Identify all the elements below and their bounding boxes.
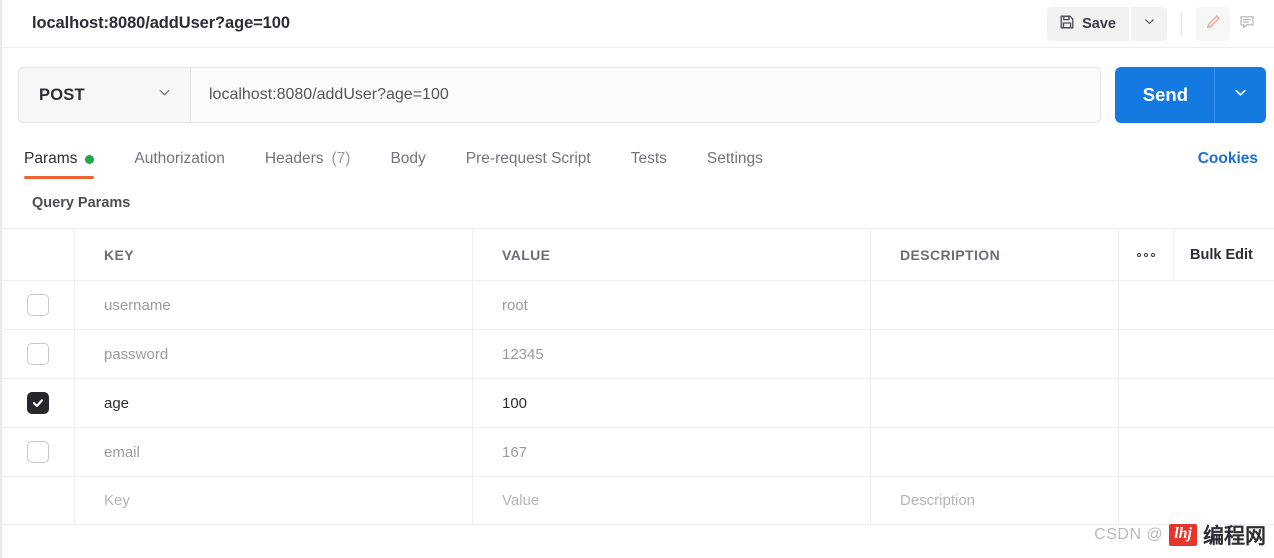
more-options-icon [1137, 252, 1155, 257]
tab-tests[interactable]: Tests [631, 150, 667, 179]
param-value-input[interactable]: 100 [473, 379, 871, 427]
param-key-input[interactable]: username [75, 281, 473, 329]
row-checkbox-cell [2, 281, 75, 329]
table-row: email 167 [2, 427, 1274, 476]
url-bar: POST localhost:8080/addUser?age=100 Send [18, 67, 1266, 123]
row-checkbox-cell [2, 330, 75, 378]
table-row: password 12345 [2, 329, 1274, 378]
save-button-group: Save [1047, 6, 1167, 41]
pencil-icon [1204, 13, 1222, 34]
row-options-cell [1119, 379, 1174, 427]
param-enabled-checkbox[interactable] [27, 343, 49, 365]
tab-headers[interactable]: Headers (7) [265, 150, 351, 179]
row-checkbox-cell [2, 477, 75, 524]
row-checkbox-cell [2, 428, 75, 476]
watermark-logo: lhj [1169, 524, 1197, 546]
table-header-row: KEY VALUE DESCRIPTION Bulk Edit [2, 228, 1274, 280]
row-trailing-cell [1174, 281, 1274, 329]
chevron-down-icon [1233, 85, 1248, 105]
more-options-button[interactable] [1119, 229, 1174, 280]
tab-params-label: Params [24, 150, 78, 167]
tab-settings[interactable]: Settings [707, 150, 763, 179]
request-url-input[interactable]: localhost:8080/addUser?age=100 [190, 67, 1101, 123]
toolbar-divider [1181, 11, 1182, 36]
query-params-table: KEY VALUE DESCRIPTION Bulk Edit username… [2, 228, 1274, 525]
send-button[interactable]: Send [1115, 67, 1214, 123]
request-tabs: Params Authorization Headers (7) Body Pr… [24, 141, 1258, 179]
bulk-edit-button[interactable]: Bulk Edit [1174, 229, 1274, 280]
param-description-input[interactable] [871, 379, 1119, 427]
param-description-input[interactable] [871, 330, 1119, 378]
table-row-new: Key Value Description [2, 476, 1274, 525]
row-options-cell [1119, 330, 1174, 378]
tab-authorization-label: Authorization [134, 150, 225, 167]
comment-icon [1238, 13, 1256, 34]
table-row: age 100 [2, 378, 1274, 427]
http-method-label: POST [39, 85, 85, 104]
http-method-select[interactable]: POST [18, 67, 190, 123]
titlebar-actions: Save [1047, 6, 1264, 41]
param-enabled-checkbox[interactable] [27, 441, 49, 463]
select-all-cell [2, 229, 75, 280]
column-header-key: KEY [75, 229, 473, 280]
edit-request-button[interactable] [1196, 6, 1230, 41]
tab-params[interactable]: Params [24, 150, 95, 179]
tab-authorization[interactable]: Authorization [134, 150, 224, 179]
query-params-title: Query Params [32, 195, 131, 211]
tab-body[interactable]: Body [390, 150, 425, 179]
param-enabled-checkbox[interactable] [27, 392, 49, 414]
tab-pre-request-script[interactable]: Pre-request Script [466, 150, 591, 179]
param-description-input[interactable] [871, 281, 1119, 329]
tab-headers-label: Headers [264, 150, 324, 167]
cookies-link[interactable]: Cookies [1198, 150, 1258, 179]
column-header-value: VALUE [473, 229, 871, 280]
row-trailing-cell [1174, 477, 1274, 524]
param-value-input[interactable]: 167 [473, 428, 871, 476]
page-title: localhost:8080/addUser?age=100 [32, 14, 290, 32]
chevron-down-icon [1143, 15, 1156, 33]
tab-body-label: Body [390, 150, 426, 167]
param-value-input[interactable]: 12345 [473, 330, 871, 378]
param-key-input[interactable]: age [75, 379, 473, 427]
row-trailing-cell [1174, 428, 1274, 476]
watermark: CSDN @ lhj 编程网 [1094, 520, 1266, 550]
row-trailing-cell [1174, 330, 1274, 378]
table-row: username root [2, 280, 1274, 329]
tab-pre-request-script-label: Pre-request Script [465, 150, 591, 167]
param-value-input[interactable]: root [473, 281, 871, 329]
titlebar: localhost:8080/addUser?age=100 Save [2, 0, 1274, 48]
floppy-disk-icon [1059, 14, 1075, 34]
new-param-key-input[interactable]: Key [75, 477, 473, 524]
watermark-text: CSDN @ [1094, 526, 1164, 543]
tab-settings-label: Settings [706, 150, 763, 167]
row-options-cell [1119, 428, 1174, 476]
param-key-input[interactable]: password [75, 330, 473, 378]
param-key-input[interactable]: email [75, 428, 473, 476]
param-description-input[interactable] [871, 428, 1119, 476]
save-button[interactable]: Save [1047, 6, 1129, 41]
new-param-description-input[interactable]: Description [871, 477, 1119, 524]
save-options-button[interactable] [1131, 6, 1167, 41]
save-button-label: Save [1082, 15, 1116, 32]
postman-request-pane: localhost:8080/addUser?age=100 Save POST… [0, 0, 1274, 558]
tab-tests-label: Tests [630, 150, 667, 167]
row-options-cell [1119, 281, 1174, 329]
watermark-chinese-text: 编程网 [1203, 524, 1266, 548]
tab-headers-count: (7) [331, 150, 351, 167]
send-options-button[interactable] [1214, 67, 1266, 123]
new-param-value-input[interactable]: Value [473, 477, 871, 524]
row-checkbox-cell [2, 379, 75, 427]
row-trailing-cell [1174, 379, 1274, 427]
comments-button[interactable] [1230, 7, 1264, 41]
params-active-indicator-icon [85, 154, 95, 164]
param-enabled-checkbox[interactable] [27, 294, 49, 316]
send-button-group: Send [1114, 67, 1266, 123]
row-options-cell [1119, 477, 1174, 524]
chevron-down-icon [157, 85, 172, 105]
column-header-description: DESCRIPTION [871, 229, 1119, 280]
